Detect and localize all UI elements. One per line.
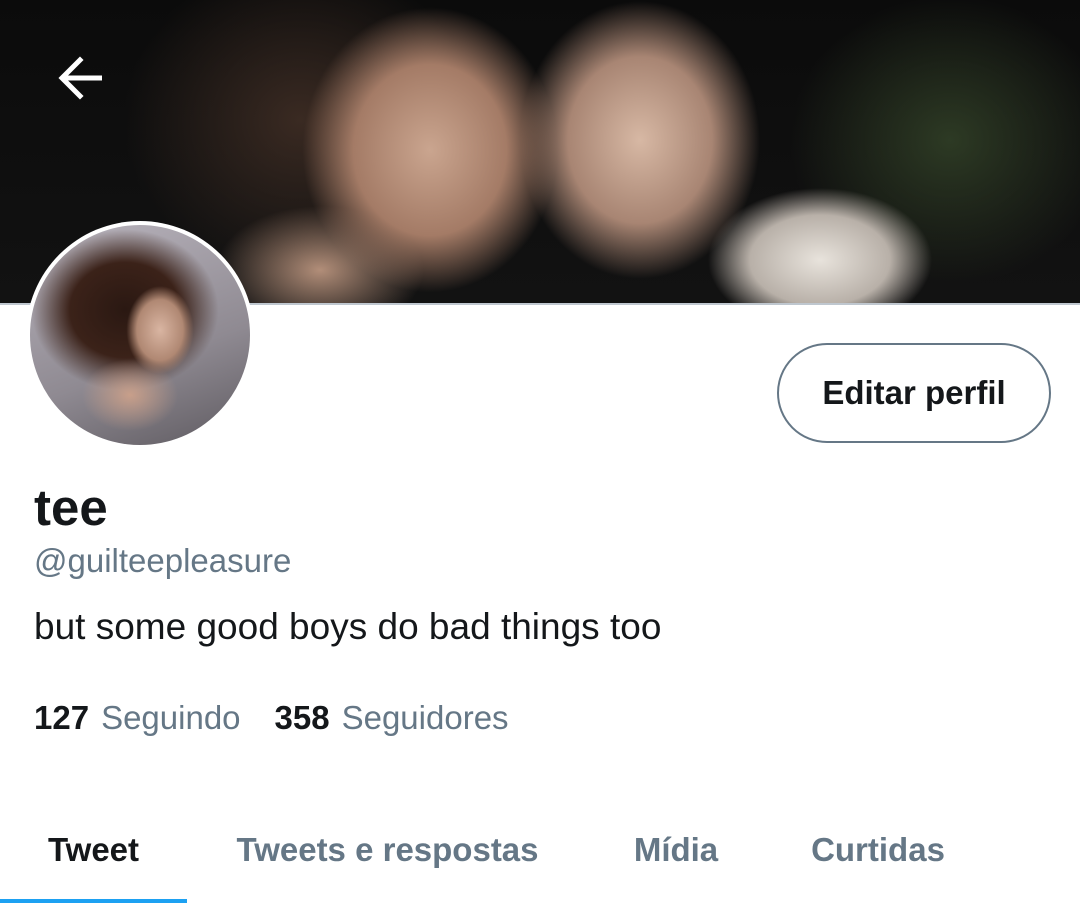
- following-count: 127: [34, 699, 90, 736]
- tab-media[interactable]: Mídia: [610, 798, 742, 901]
- followers-label: Seguidores: [341, 699, 509, 736]
- followers-count: 358: [274, 699, 330, 736]
- profile-stats: 127 Seguindo 358 Seguidores: [34, 697, 509, 739]
- active-tab-indicator: [0, 899, 187, 903]
- profile-page: Editar perfil tee @guilteepleasure but s…: [0, 0, 1080, 903]
- edit-profile-button[interactable]: Editar perfil: [777, 343, 1051, 443]
- tab-likes-label: Curtidas: [811, 830, 945, 868]
- tab-media-label: Mídia: [633, 830, 719, 868]
- back-button[interactable]: [40, 48, 120, 112]
- bio-text: but some good boys do bad things too: [34, 606, 662, 647]
- profile-tabs: Tweet Tweets e respostas Mídia Curtidas: [0, 800, 1080, 903]
- tab-tweets-label: Tweet: [47, 830, 140, 868]
- user-handle: @guilteepleasure: [34, 542, 292, 579]
- tab-tweets[interactable]: Tweet: [0, 798, 187, 901]
- tab-likes[interactable]: Curtidas: [795, 798, 961, 901]
- tab-tweets-and-replies-label: Tweets e respostas: [236, 830, 539, 868]
- avatar-image: [30, 225, 250, 445]
- edit-profile-label: Editar perfil: [822, 374, 1006, 411]
- avatar[interactable]: [26, 221, 254, 449]
- display-name: tee: [34, 479, 108, 536]
- following-stat[interactable]: 127 Seguindo: [34, 697, 241, 739]
- tab-tweets-and-replies[interactable]: Tweets e respostas: [220, 798, 555, 901]
- followers-stat[interactable]: 358 Seguidores: [275, 697, 509, 739]
- following-label: Seguindo: [101, 699, 241, 736]
- arrow-left-icon: [56, 55, 104, 105]
